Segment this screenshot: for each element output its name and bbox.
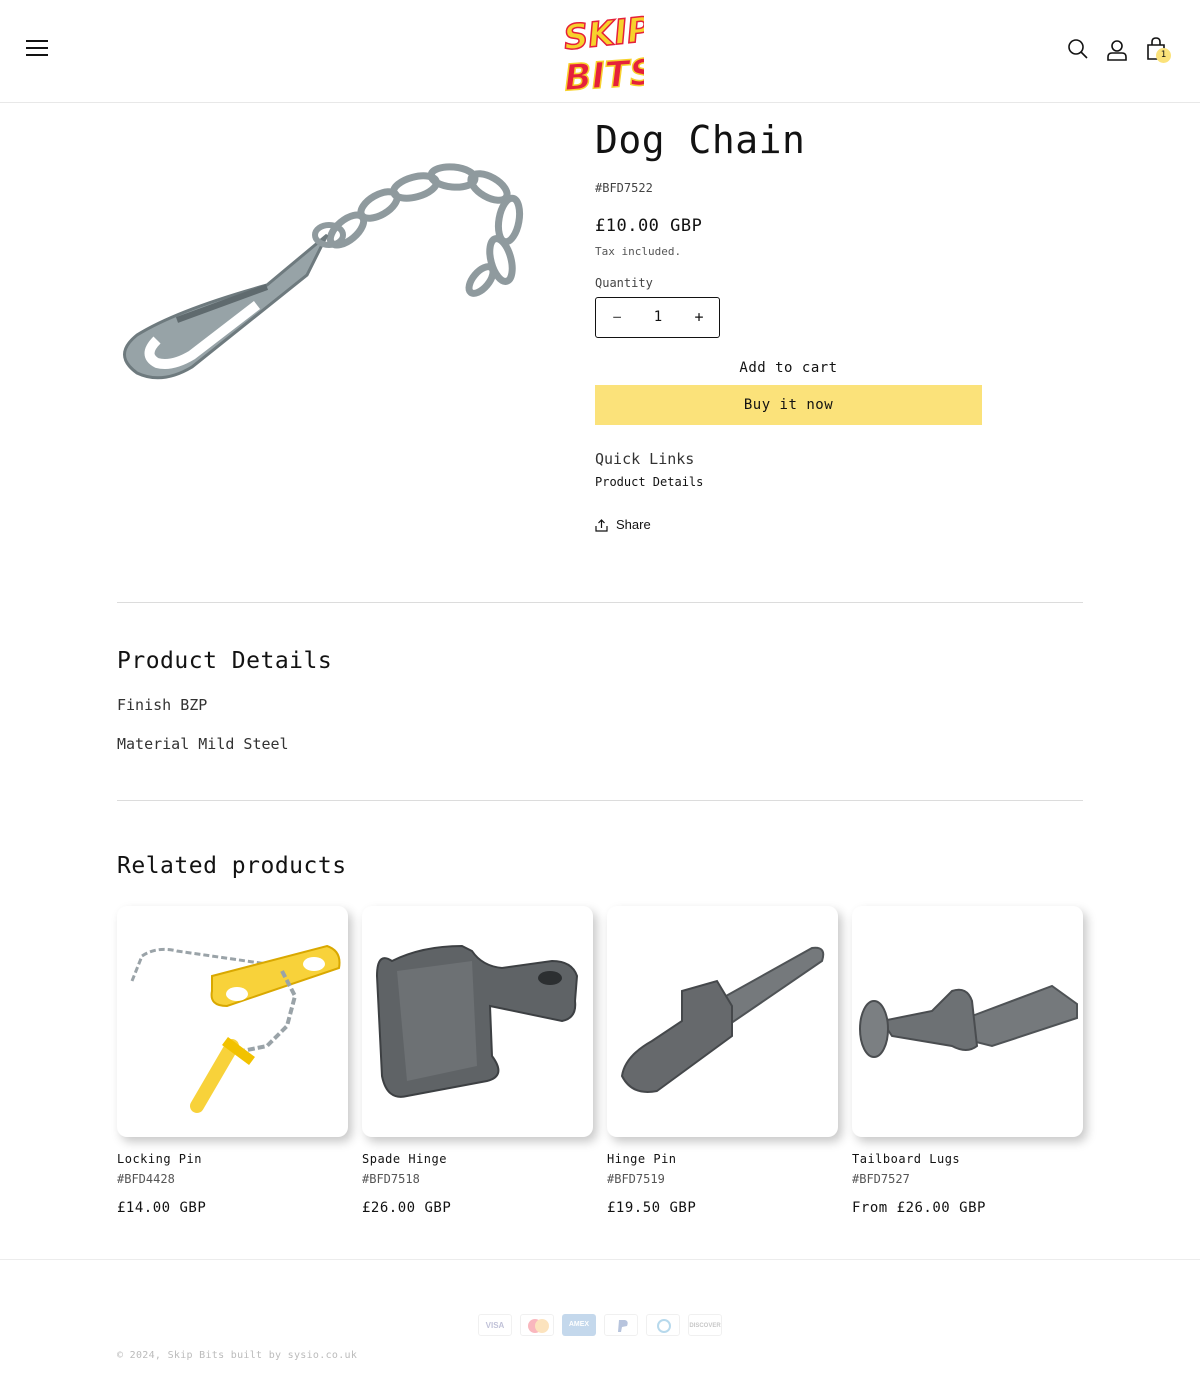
detail-material: Material Mild Steel — [117, 735, 289, 753]
product-card-price: From £26.00 GBP — [852, 1200, 986, 1216]
add-to-cart-button[interactable]: Add to cart — [595, 352, 982, 384]
product-card-price: £19.50 GBP — [607, 1200, 697, 1216]
diners-club-icon — [646, 1314, 680, 1336]
share-icon — [595, 519, 608, 532]
product-title: Dog Chain — [595, 118, 806, 162]
section-divider — [117, 800, 1083, 801]
product-card-name[interactable]: Hinge Pin — [607, 1152, 677, 1166]
discover-icon: DISCOVER — [688, 1314, 722, 1336]
site-footer: VISA AMEX DISCOVER © 2024, Skip Bits bui… — [0, 1259, 1200, 1397]
menu-icon[interactable] — [26, 40, 48, 62]
product-card-name[interactable]: Locking Pin — [117, 1152, 202, 1166]
product-card-hinge-pin[interactable]: Hinge Pin #BFD7519 £19.50 GBP — [607, 906, 839, 1216]
product-sku: #BFD7522 — [595, 181, 653, 195]
product-card-price: £26.00 GBP — [362, 1200, 452, 1216]
product-price: £10.00 GBP — [595, 216, 703, 236]
product-card-image[interactable] — [362, 906, 593, 1137]
site-logo[interactable]: SKIP BITS — [558, 8, 658, 100]
product-card-price: £14.00 GBP — [117, 1200, 207, 1216]
product-card-name[interactable]: Tailboard Lugs — [852, 1152, 960, 1166]
related-products-heading: Related products — [117, 853, 347, 879]
product-card-sku: #BFD7519 — [607, 1172, 665, 1186]
tax-note: Tax included. — [595, 245, 682, 258]
product-card-sku: #BFD7518 — [362, 1172, 420, 1186]
amex-icon: AMEX — [562, 1314, 596, 1336]
quantity-stepper: − + — [595, 297, 720, 338]
copyright-text: © 2024, Skip Bits built by sysio.co.uk — [117, 1350, 358, 1361]
product-card-sku: #BFD4428 — [117, 1172, 175, 1186]
product-card-locking-pin[interactable]: Locking Pin #BFD4428 £14.00 GBP — [117, 906, 349, 1216]
product-details-heading: Product Details — [117, 648, 333, 674]
mastercard-icon — [520, 1314, 554, 1336]
site-header: SKIP BITS 1 — [0, 0, 1200, 103]
product-card-tailboard-lugs[interactable]: Tailboard Lugs #BFD7527 From £26.00 GBP — [852, 906, 1084, 1216]
visa-icon: VISA — [478, 1314, 512, 1336]
quantity-increase-button[interactable]: + — [689, 307, 709, 327]
account-icon[interactable] — [1106, 38, 1130, 64]
buy-now-button[interactable]: Buy it now — [595, 385, 982, 425]
quick-links-title: Quick Links — [595, 450, 695, 468]
cart-count-badge: 1 — [1156, 48, 1171, 63]
section-divider — [117, 602, 1083, 603]
detail-finish: Finish BZP — [117, 696, 208, 714]
product-card-name[interactable]: Spade Hinge — [362, 1152, 447, 1166]
share-label: Share — [616, 517, 651, 532]
product-card-image[interactable] — [607, 906, 838, 1137]
svg-text:SKIP: SKIP — [562, 9, 644, 58]
quantity-input[interactable] — [636, 307, 680, 327]
product-card-sku: #BFD7527 — [852, 1172, 910, 1186]
quick-link-product-details[interactable]: Product Details — [595, 475, 703, 489]
quantity-decrease-button[interactable]: − — [607, 307, 627, 327]
search-icon[interactable] — [1067, 38, 1091, 64]
product-card-image[interactable] — [852, 906, 1083, 1137]
product-card-spade-hinge[interactable]: Spade Hinge #BFD7518 £26.00 GBP — [362, 906, 594, 1216]
svg-text:BITS: BITS — [563, 52, 644, 96]
quantity-label: Quantity — [595, 276, 653, 290]
product-card-image[interactable] — [117, 906, 348, 1137]
product-image-dog-chain[interactable] — [117, 135, 547, 395]
paypal-icon — [604, 1314, 638, 1336]
